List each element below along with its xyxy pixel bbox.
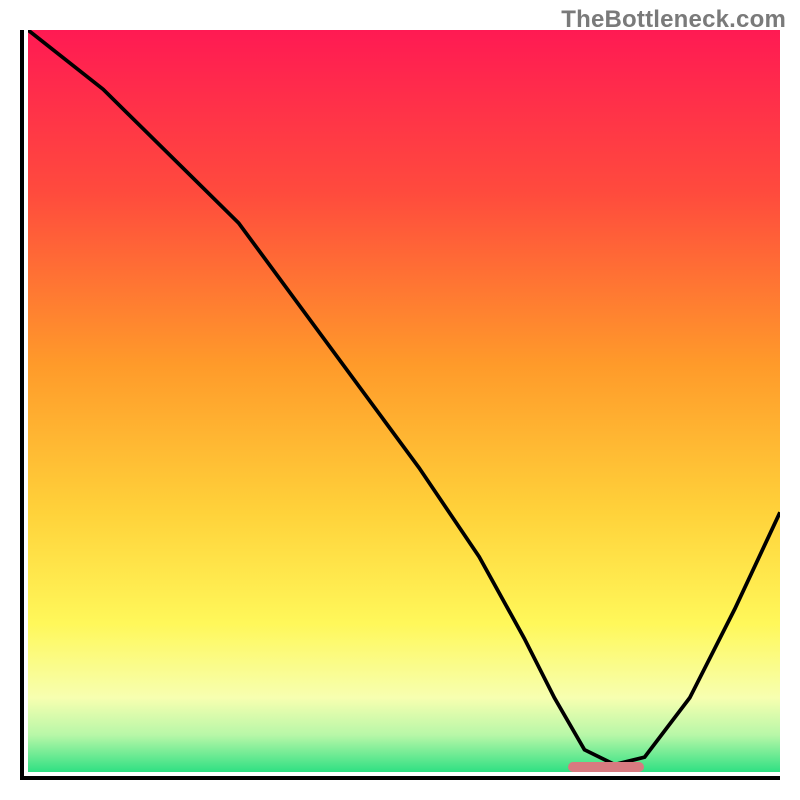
curve-svg — [28, 30, 780, 772]
plot-area — [20, 30, 780, 780]
watermark-text: TheBottleneck.com — [561, 6, 786, 34]
optimal-range-marker — [568, 762, 644, 772]
chart-container: TheBottleneck.com — [0, 0, 800, 800]
bottleneck-curve-line — [28, 30, 780, 765]
